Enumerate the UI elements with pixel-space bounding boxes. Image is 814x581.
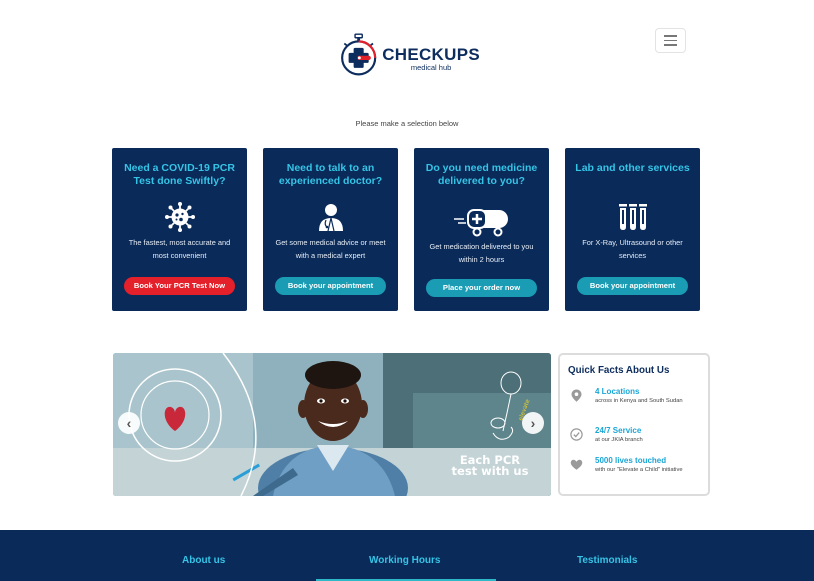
card-description: The fastest, most accurate and most conv… [128,238,231,260]
virus-icon [164,202,195,232]
hamburger-icon [664,35,677,37]
footer-link-about[interactable]: About us [182,555,225,566]
hamburger-menu-button[interactable] [655,28,686,53]
fact-description: with our "Elevate a Child" initiative [595,467,683,473]
stopwatch-cross-icon [341,33,377,76]
footer-link-testimonials[interactable]: Testimonials [577,555,637,566]
carousel-next-button[interactable]: › [522,412,544,434]
site-footer: About us Working Hours Testimonials [0,530,814,581]
fact-heading: 24/7 Service [595,426,642,435]
book-doctor-appointment-button[interactable]: Book your appointment [275,277,386,295]
fact-heading: 4 Locations [595,387,640,396]
delivery-capsule-icon [453,209,508,237]
book-pcr-test-button[interactable]: Book Your PCR Test Now [124,277,235,295]
place-order-button[interactable]: Place your order now [426,279,537,297]
logo-name: CHECKUPS [382,45,480,64]
quick-facts-panel: Quick Facts About Us 4 Locations across … [558,353,710,496]
fact-description: at our JKIA branch [595,437,643,443]
selection-prompt: Please make a selection below [355,119,459,128]
heart-icon [570,459,583,470]
card-lab-services: Lab and other services For X-Ray, Ultras… [565,148,700,311]
page: CHECKUPS medical hub Please make a selec… [0,0,814,581]
card-description: Get some medical advice or meet with a m… [275,238,386,260]
logo-subtitle: medical hub [410,63,452,72]
carousel-prev-button[interactable]: ‹ [118,412,140,434]
footer-link-working-hours[interactable]: Working Hours [369,555,440,566]
service-cards: Need a COVID-19 PCR Test done Swiftly? T… [112,148,700,311]
brand-logo[interactable]: CHECKUPS medical hub [340,25,480,85]
card-pcr-test: Need a COVID-19 PCR Test done Swiftly? T… [112,148,247,311]
card-description: For X-Ray, Ultrasound or other services [582,238,683,260]
book-lab-appointment-button[interactable]: Book your appointment [577,277,688,295]
card-title: Lab and other services [575,162,690,174]
location-pin-icon [571,389,582,402]
card-title: Do you need medicine delivered to you? [425,162,538,187]
card-medicine-delivery: Do you need medicine delivered to you? G… [414,148,549,311]
fact-heading: 5000 lives touched [595,456,667,465]
card-title: Need a COVID-19 PCR Test done Swiftly? [124,162,235,187]
doctor-icon [318,204,343,232]
test-tubes-icon [618,204,647,230]
card-description: Get medication delivered to you within 2… [429,242,534,264]
chevron-right-icon: › [530,415,536,431]
card-talk-to-doctor: Need to talk to an experienced doctor? G… [263,148,398,311]
card-title: Need to talk to an experienced doctor? [278,162,383,187]
banner-caption: Each PCR test with us [451,453,529,478]
fact-description: across in Kenya and South Sudan [595,398,683,404]
chevron-left-icon: ‹ [126,415,132,431]
check-circle-icon [570,428,583,441]
quick-facts-title: Quick Facts About Us [568,365,670,376]
